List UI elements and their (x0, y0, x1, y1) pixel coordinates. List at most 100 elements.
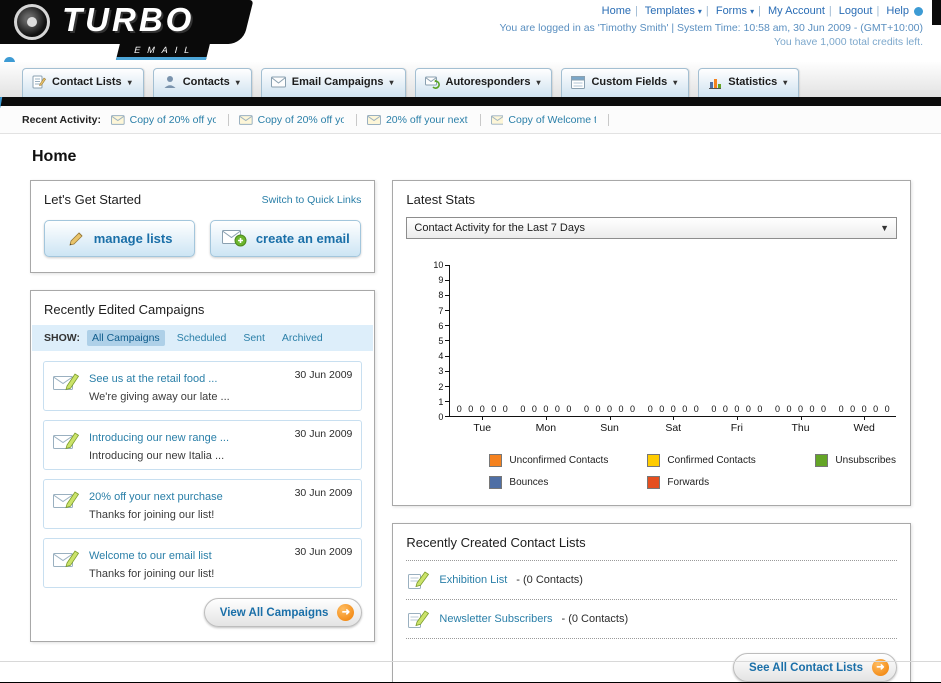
campaign-list-item[interactable]: Introducing our new range ... Introducin… (43, 420, 363, 470)
nav-tab-custom-fields[interactable]: Custom Fields ▾ (561, 68, 690, 97)
statistics-icon (709, 78, 722, 89)
recent-activity-item[interactable]: Copy of 20% off yo (110, 113, 229, 126)
top-link-help[interactable]: Help (886, 5, 909, 17)
legend-item-bounces: Bounces (489, 476, 647, 489)
logo-subtitle: EMAIL (115, 43, 211, 60)
see-all-contact-lists-button[interactable]: See All Contact Lists ➜ (733, 653, 897, 682)
view-all-campaigns-label: View All Campaigns (219, 606, 329, 619)
arrow-right-icon: ➜ (337, 604, 355, 621)
recent-activity-text: Copy of Welcome to (508, 113, 596, 126)
nav-tab-email-campaigns[interactable]: Email Campaigns ▾ (260, 68, 406, 97)
campaign-list: See us at the retail food ... We're givi… (31, 351, 374, 590)
edit-campaign-icon (53, 489, 80, 521)
top-link-logout[interactable]: Logout (839, 5, 873, 17)
stats-period-select[interactable]: Contact Activity for the Last 7 Days ▼ (406, 217, 897, 239)
legend-item-unconfirmed: Unconfirmed Contacts (489, 454, 647, 467)
recent-activity-text: 20% off your next (385, 113, 468, 126)
nav-tab-label: Contact Lists (52, 76, 122, 88)
recent-campaigns-title: Recently Edited Campaigns (44, 302, 205, 317)
legend-label: Bounces (509, 477, 549, 488)
legend-label: Confirmed Contacts (667, 455, 756, 466)
top-link-my-account[interactable]: My Account (768, 5, 825, 17)
campaign-title-link[interactable]: 20% off your next purchase (89, 491, 223, 503)
filter-tab-archived[interactable]: Archived (277, 330, 328, 346)
recent-activity-item[interactable]: Copy of Welcome to (490, 113, 609, 126)
main-navigation: Contact Lists ▾ Contacts ▾ Email Campaig… (0, 62, 941, 97)
get-started-title: Let's Get Started (44, 192, 142, 207)
nav-tab-statistics[interactable]: Statistics ▾ (698, 68, 800, 97)
legend-label: Unconfirmed Contacts (509, 455, 609, 466)
legend-item-unsubscribes: Unsubscribes (815, 454, 896, 467)
edit-list-icon (408, 610, 430, 628)
get-started-panel: Let's Get Started Switch to Quick Links … (30, 180, 376, 273)
campaign-list-item[interactable]: 20% off your next purchase Thanks for jo… (43, 479, 363, 529)
contact-lists-list: Exhibition List - (0 Contacts) Newslette… (393, 558, 910, 639)
mail-icon (110, 114, 125, 125)
chevron-down-icon: ▾ (536, 77, 541, 87)
new-email-icon (221, 230, 247, 247)
campaign-title-link[interactable]: See us at the retail food ... (89, 373, 217, 385)
manage-lists-button[interactable]: manage lists (44, 220, 196, 257)
nav-tab-label: Email Campaigns (291, 76, 384, 88)
contact-list-item[interactable]: Newsletter Subscribers - (0 Contacts) (406, 600, 897, 639)
contact-list-link[interactable]: Newsletter Subscribers (439, 613, 552, 625)
chevron-down-icon: ▾ (127, 77, 132, 87)
megaphone-icon (14, 4, 50, 40)
nav-tab-contacts[interactable]: Contacts ▾ (152, 68, 252, 97)
recent-activity-text: Copy of 20% off yo (257, 113, 344, 126)
chevron-down-icon: ▾ (750, 7, 755, 16)
create-email-button[interactable]: create an email (210, 220, 362, 257)
filter-tab-all-campaigns[interactable]: All Campaigns (86, 330, 165, 346)
app-logo[interactable]: TURBO EMAIL (0, 0, 280, 60)
nav-tab-label: Statistics (728, 76, 778, 88)
recent-activity-item[interactable]: Copy of 20% off yo (238, 113, 357, 126)
legend-swatch (489, 476, 503, 489)
legend-swatch (489, 454, 503, 467)
filter-tab-scheduled[interactable]: Scheduled (172, 330, 232, 346)
footer-divider (0, 661, 941, 662)
legend-item-forwards: Forwards (647, 476, 815, 489)
campaign-text: Welcome to our email list Thanks for joi… (89, 546, 286, 580)
contact-list-detail: - (0 Contacts) (516, 574, 583, 586)
chart-legend: Unconfirmed Contacts Confirmed Contacts … (489, 454, 896, 489)
latest-stats-title: Latest Stats (406, 192, 476, 207)
pencil-icon (69, 231, 83, 246)
edit-list-icon (408, 571, 430, 589)
top-link-templates[interactable]: Templates (645, 5, 695, 17)
legend-swatch (815, 454, 829, 467)
edit-campaign-icon (53, 548, 80, 580)
campaign-title-link[interactable]: Introducing our new range ... (89, 432, 229, 444)
nav-tab-contact-lists[interactable]: Contact Lists ▾ (22, 68, 144, 97)
contact-activity-chart: 10 9 8 7 6 5 4 3 2 1 0 0 0 0 0 00 0 0 0 00 0 0 0 0… (393, 251, 910, 489)
top-link-home[interactable]: Home (602, 5, 631, 17)
nav-tab-autoresponders[interactable]: Autoresponders ▾ (414, 68, 553, 97)
campaign-list-item[interactable]: See us at the retail food ... We're givi… (43, 361, 363, 411)
autoresponders-icon (424, 76, 440, 89)
contact-list-item[interactable]: Exhibition List - (0 Contacts) (406, 560, 897, 600)
campaign-list-item[interactable]: Welcome to our email list Thanks for joi… (43, 538, 363, 588)
campaign-title-link[interactable]: Welcome to our email list (89, 550, 212, 562)
chart-y-axis: 10 9 8 7 6 5 4 3 2 1 0 (427, 261, 450, 421)
left-column: Let's Get Started Switch to Quick Links … (30, 180, 376, 642)
legend-swatch (647, 454, 661, 467)
main-content: Home Let's Get Started Switch to Quick L… (0, 134, 941, 682)
view-all-campaigns-button[interactable]: View All Campaigns ➜ (203, 598, 363, 627)
chart-zeros-row: 0 0 0 0 00 0 0 0 00 0 0 0 00 0 0 0 00 0 … (456, 404, 890, 414)
chevron-down-icon: ▼ (880, 223, 889, 233)
legend-swatch (647, 476, 661, 489)
mail-icon (366, 114, 381, 125)
recent-contact-lists-panel: Recently Created Contact Lists Exhibitio… (392, 523, 911, 682)
campaign-subtitle: Thanks for joining our list! (89, 568, 215, 580)
contact-list-link[interactable]: Exhibition List (439, 574, 507, 586)
contacts-icon (164, 76, 176, 88)
filter-tab-sent[interactable]: Sent (238, 330, 270, 346)
top-header: TURBO EMAIL Home | Templates ▾ | Forms ▾ | … (0, 0, 941, 108)
top-link-forms[interactable]: Forms (716, 5, 747, 17)
latest-stats-panel: Latest Stats Contact Activity for the La… (392, 180, 911, 506)
custom-fields-icon (571, 75, 586, 89)
recent-activity-item[interactable]: 20% off your next (366, 113, 481, 126)
see-all-contact-lists-label: See All Contact Lists (749, 661, 863, 674)
right-column: Latest Stats Contact Activity for the La… (392, 180, 911, 682)
switch-quick-links-link[interactable]: Switch to Quick Links (262, 194, 362, 206)
chart-plot-area: 0 0 0 0 00 0 0 0 00 0 0 0 00 0 0 0 00 0 … (449, 265, 896, 417)
